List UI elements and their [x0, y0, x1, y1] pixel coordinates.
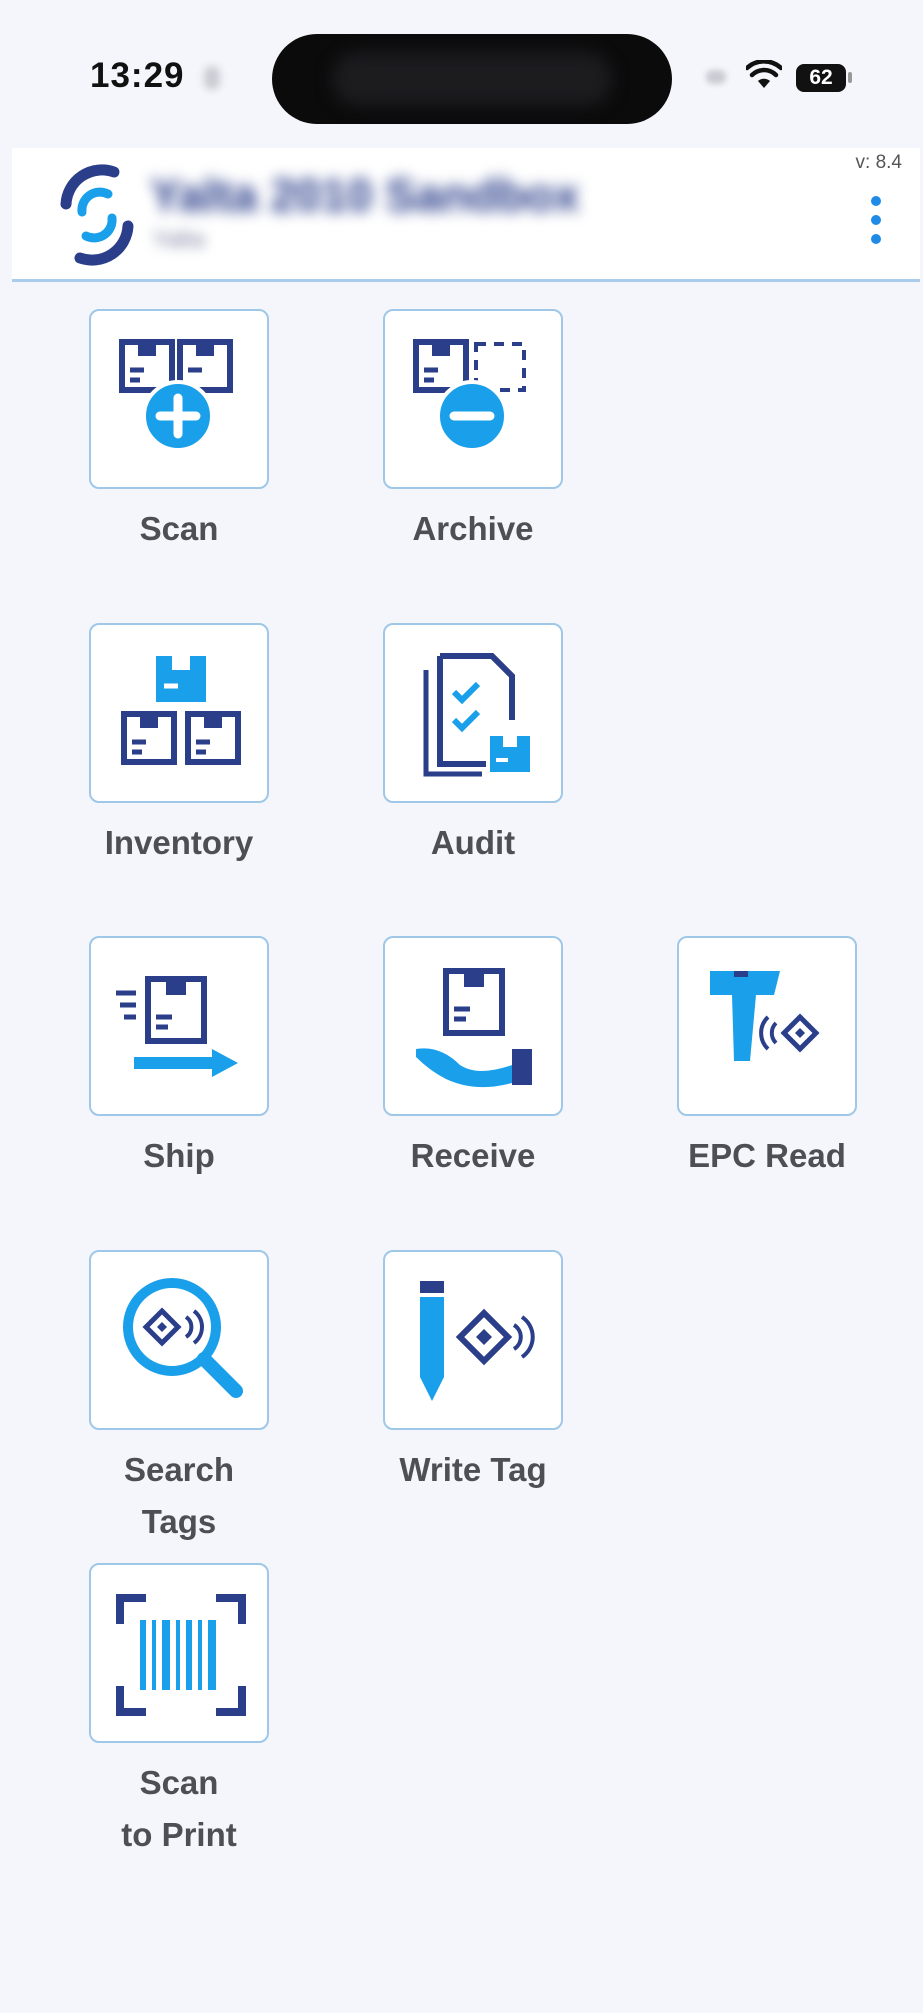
tile-scan-to-print-button[interactable] — [89, 1563, 269, 1743]
tile-label: Inventory — [104, 824, 254, 861]
tile-label: Ship — [143, 1137, 215, 1174]
tile-audit-button[interactable] — [383, 623, 563, 803]
tile-label: Scan — [139, 510, 219, 547]
status-time: 13:29 — [90, 56, 185, 95]
battery-level: 62 — [809, 66, 833, 89]
battery-cap — [848, 72, 852, 83]
archive-remove-box-icon — [413, 339, 526, 452]
battery-icon: 62 — [796, 64, 846, 92]
app-header: Yalta 2010 Sandbox Yalta v: 8.4 — [12, 148, 920, 282]
cellular-icon — [706, 70, 726, 84]
app-logo-icon — [60, 164, 134, 266]
tile-label: Receive — [410, 1137, 536, 1174]
tile-write-tag-button[interactable] — [383, 1250, 563, 1430]
tile-epc-read-button[interactable] — [677, 936, 857, 1116]
ship-box-arrow-icon — [116, 976, 238, 1077]
dynamic-island — [272, 34, 672, 124]
tile-ship-button[interactable] — [89, 936, 269, 1116]
app-title: Yalta 2010 Sandbox — [150, 169, 580, 221]
inventory-stacked-boxes-icon — [121, 656, 241, 765]
barcode-scan-icon — [116, 1594, 246, 1716]
status-indicator-blur — [204, 66, 220, 90]
receive-box-hand-icon — [416, 968, 532, 1088]
tile-search-tags-button[interactable] — [89, 1250, 269, 1430]
tile-label: Write Tag — [399, 1451, 547, 1488]
scan-add-boxes-icon — [119, 339, 233, 452]
tile-scan-button[interactable] — [89, 309, 269, 489]
search-tag-magnifier-icon — [123, 1278, 243, 1398]
app-subtitle: Yalta — [152, 226, 205, 253]
audit-checklist-icon — [423, 653, 530, 777]
status-bar: 13:29 62 — [6, 6, 920, 146]
rfid-reader-gun-icon — [710, 971, 820, 1061]
tile-label: Archive — [412, 510, 534, 547]
app-screen: 13:29 62 Yalta 2010 Sandbox Yalta v: 8.4 — [6, 6, 920, 2013]
tile-label: EPC Read — [688, 1137, 846, 1174]
wifi-icon — [746, 60, 782, 88]
tile-inventory-button[interactable] — [89, 623, 269, 803]
tile-label: Audit — [430, 824, 516, 861]
tile-label: Scan to Print — [121, 1764, 237, 1853]
more-menu-button[interactable] — [862, 192, 890, 248]
tile-label: Search Tags — [123, 1451, 235, 1540]
more-vertical-icon — [871, 196, 881, 206]
app-version: v: 8.4 — [855, 152, 902, 173]
write-tag-pen-icon — [420, 1281, 535, 1401]
tile-receive-button[interactable] — [383, 936, 563, 1116]
tile-archive-button[interactable] — [383, 309, 563, 489]
